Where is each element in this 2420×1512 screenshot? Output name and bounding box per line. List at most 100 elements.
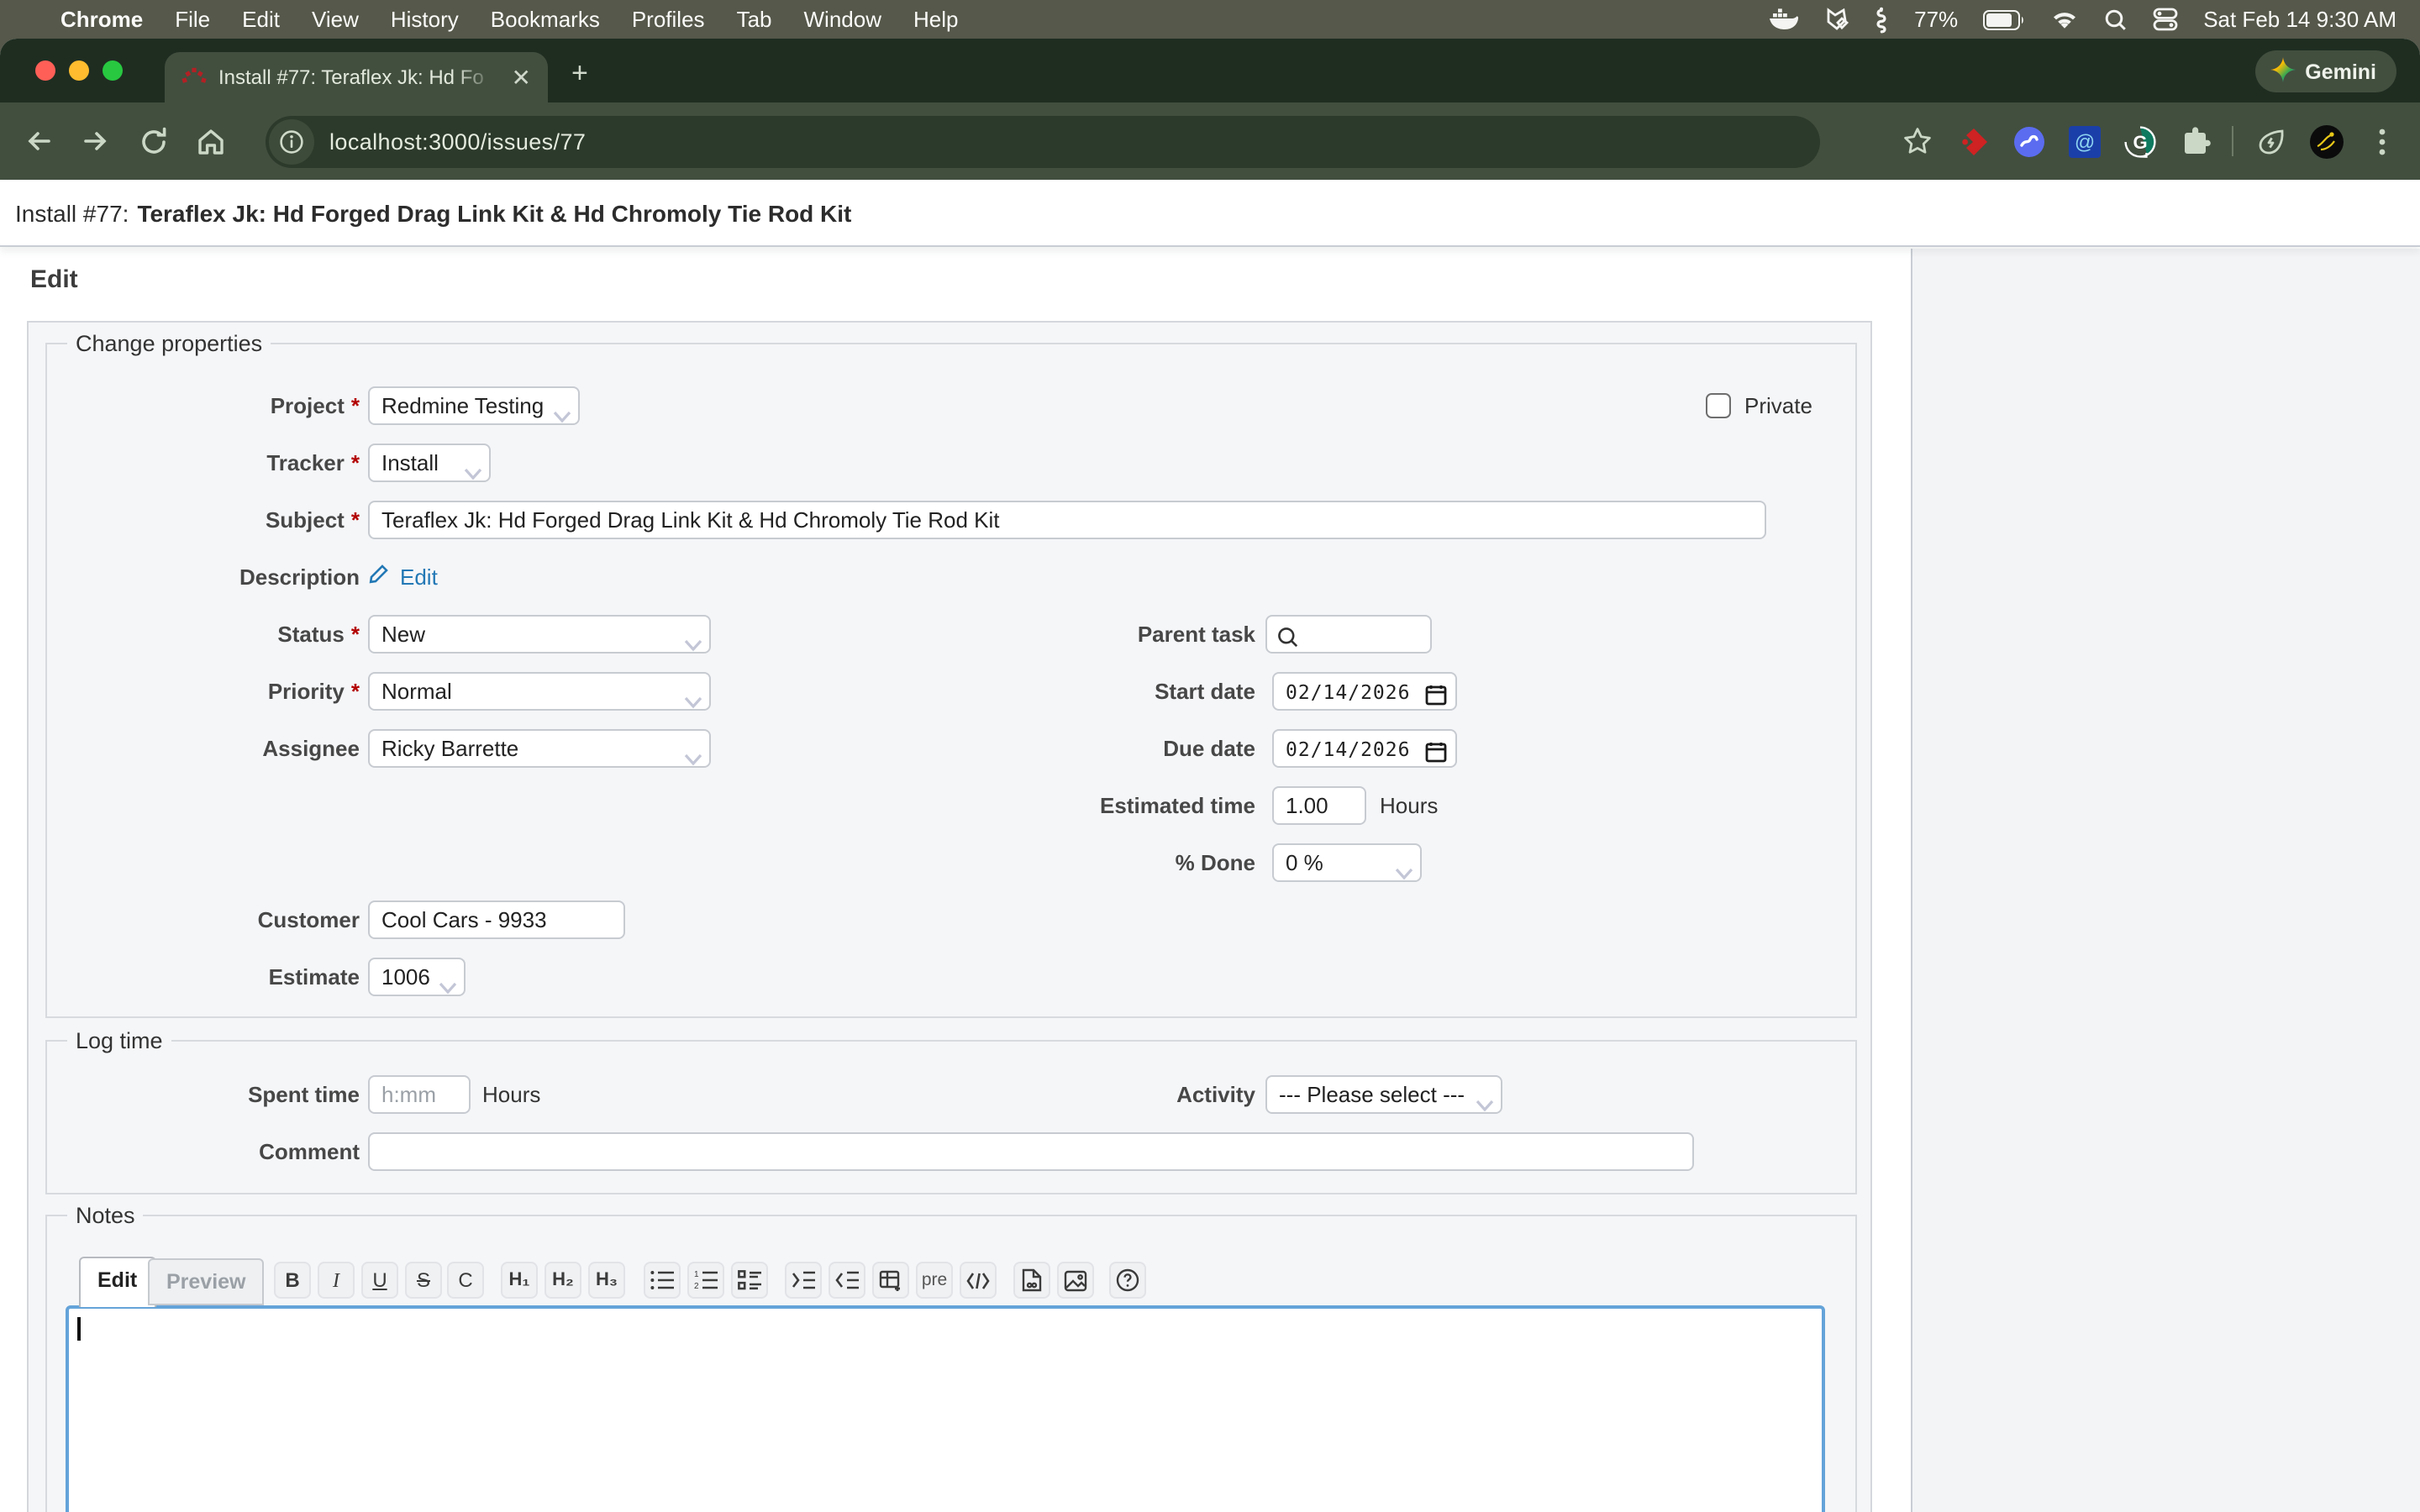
customer-input[interactable]: Cool Cars - 9933 (368, 900, 625, 939)
extension-icon-3[interactable]: @ (2065, 123, 2102, 160)
help-button[interactable] (1109, 1262, 1146, 1299)
menu-profiles[interactable]: Profiles (632, 7, 705, 32)
performance-leaf-icon[interactable] (2252, 123, 2289, 160)
hours-suffix: Hours (482, 1075, 540, 1114)
project-select[interactable]: Redmine Testing (368, 386, 580, 425)
svg-text:G: G (2132, 131, 2146, 152)
heading2-button[interactable]: H₂ (544, 1262, 581, 1299)
search-icon (1277, 623, 1299, 654)
page-area: Install #77: Teraflex Jk: Hd Forged Drag… (0, 180, 2420, 1512)
subject-input[interactable]: Teraflex Jk: Hd Forged Drag Link Kit & H… (368, 501, 1766, 539)
calendar-icon[interactable] (1425, 738, 1447, 768)
chevron-down-icon (1476, 1087, 1494, 1114)
browser-toolbar: localhost:3000/issues/77 @ G (0, 102, 2420, 180)
estimated-time-input[interactable]: 1.00 (1272, 786, 1366, 825)
docker-icon[interactable] (1770, 7, 1798, 32)
tab-title: Install #77: Teraflex Jk: Hd Fo (218, 66, 497, 89)
notes-tab-preview[interactable]: Preview (148, 1258, 265, 1305)
reload-button[interactable] (124, 125, 182, 157)
preformatted-button[interactable]: pre (916, 1262, 953, 1299)
forward-button[interactable] (67, 124, 124, 158)
extension-icon-2[interactable] (2010, 123, 2047, 160)
private-label: Private (1744, 386, 1812, 425)
bookmark-star-icon[interactable] (1899, 123, 1936, 160)
private-checkbox[interactable] (1706, 393, 1731, 418)
menu-help[interactable]: Help (913, 7, 959, 32)
tab-close-icon[interactable]: ✕ (508, 66, 534, 89)
definition-list-button[interactable] (731, 1262, 768, 1299)
gemini-button[interactable]: Gemini (2254, 50, 2396, 92)
menu-view[interactable]: View (312, 7, 359, 32)
calendar-icon[interactable] (1425, 680, 1447, 711)
zoom-window-button[interactable] (103, 60, 123, 81)
new-tab-button[interactable]: + (571, 59, 588, 87)
unordered-list-button[interactable] (644, 1262, 681, 1299)
done-ratio-select[interactable]: 0 % (1272, 843, 1422, 882)
italic-button[interactable]: I (318, 1262, 355, 1299)
ordered-list-button[interactable]: 12 (687, 1262, 724, 1299)
tracker-select[interactable]: Install (368, 444, 491, 482)
address-bar[interactable]: localhost:3000/issues/77 (266, 116, 1820, 168)
underline-button[interactable]: U (361, 1262, 398, 1299)
menu-bookmarks[interactable]: Bookmarks (491, 7, 600, 32)
strikethrough-button[interactable]: S (405, 1262, 442, 1299)
home-button[interactable] (182, 125, 239, 157)
battery-icon (1983, 9, 2025, 29)
spent-time-input[interactable]: h:mm (368, 1075, 471, 1114)
menu-history[interactable]: History (391, 7, 459, 32)
minimize-window-button[interactable] (69, 60, 89, 81)
chrome-menu-icon[interactable] (2363, 123, 2400, 160)
insert-table-button[interactable] (872, 1262, 909, 1299)
browser-tab[interactable]: Install #77: Teraflex Jk: Hd Fo ✕ (165, 52, 548, 102)
menu-chrome[interactable]: Chrome (60, 7, 143, 32)
project-row: Project* Redmine Testing Private (47, 386, 1855, 425)
heading3-button[interactable]: H₃ (588, 1262, 625, 1299)
start-date-input[interactable]: 02/14/2026 (1272, 672, 1457, 711)
bold-button[interactable]: B (274, 1262, 311, 1299)
control-center-icon[interactable] (2153, 7, 2178, 32)
site-info-icon[interactable] (269, 119, 314, 165)
pencil-icon (368, 558, 390, 596)
activity-select[interactable]: --- Please select --- (1265, 1075, 1502, 1114)
menubar-clock[interactable]: Sat Feb 14 9:30 AM (2203, 7, 2396, 32)
gemini-label: Gemini (2305, 60, 2376, 83)
comment-row: Comment (47, 1132, 1855, 1171)
sidebar-empty-area (1911, 249, 2420, 1512)
extensions-puzzle-icon[interactable] (2176, 123, 2213, 160)
code-block-button[interactable] (960, 1262, 997, 1299)
gemini-sparkle-icon (2270, 56, 2295, 87)
assignee-select[interactable]: Ricky Barrette (368, 729, 711, 768)
indent-button[interactable] (785, 1262, 822, 1299)
macos-menu-bar: Chrome File Edit View History Bookmarks … (0, 0, 2420, 39)
menu-file[interactable]: File (175, 7, 210, 32)
spotlight-search-icon[interactable] (2104, 8, 2128, 31)
back-button[interactable] (10, 124, 67, 158)
due-date-input[interactable]: 02/14/2026 (1272, 729, 1457, 768)
parent-task-input[interactable] (1265, 615, 1432, 654)
inline-code-button[interactable]: C (447, 1262, 484, 1299)
menubar-app-icon-2[interactable] (1874, 6, 1889, 33)
menu-tab[interactable]: Tab (737, 7, 772, 32)
outdent-button[interactable] (829, 1262, 865, 1299)
menu-window[interactable]: Window (804, 7, 882, 32)
estimate-select[interactable]: 1006 (368, 958, 466, 996)
menubar-app-icon-1[interactable] (1823, 7, 1849, 32)
profile-avatar[interactable] (2307, 123, 2344, 160)
notes-tab-edit[interactable]: Edit (79, 1257, 155, 1307)
description-edit-link[interactable]: Edit (368, 558, 438, 596)
insert-image-button[interactable] (1057, 1262, 1094, 1299)
close-window-button[interactable] (35, 60, 55, 81)
priority-select[interactable]: Normal (368, 672, 711, 711)
project-label: Project* (47, 386, 360, 425)
log-time-legend: Log time (67, 1026, 171, 1055)
extension-icon-1[interactable] (1954, 123, 1991, 160)
menu-edit[interactable]: Edit (242, 7, 280, 32)
comment-input[interactable] (368, 1132, 1694, 1171)
chevron-down-icon (553, 398, 571, 425)
status-select[interactable]: New (368, 615, 711, 654)
notes-textarea[interactable] (66, 1305, 1825, 1512)
heading1-button[interactable]: H₁ (501, 1262, 538, 1299)
grammarly-icon[interactable]: G (2121, 123, 2158, 160)
attach-file-button[interactable] (1013, 1262, 1050, 1299)
wifi-icon[interactable] (2050, 8, 2079, 30)
